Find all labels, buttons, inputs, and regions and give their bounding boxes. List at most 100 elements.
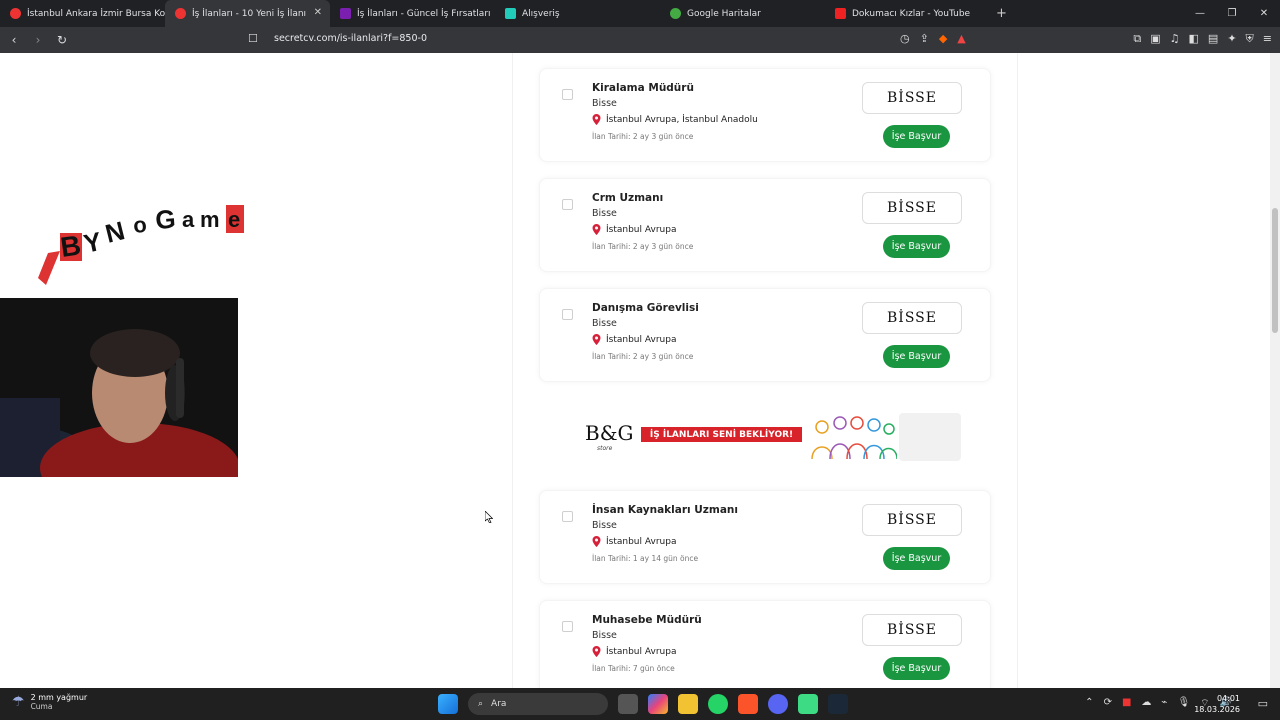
- job-location: İstanbul Avrupa: [592, 536, 676, 547]
- job-title[interactable]: Muhasebe Müdürü: [592, 614, 702, 626]
- window-close-icon[interactable]: ✕: [1248, 0, 1280, 27]
- whatsapp-icon[interactable]: [708, 694, 728, 714]
- url-field[interactable]: secretcv.com/is-ilanlari?f=850-0: [274, 33, 427, 44]
- apply-button[interactable]: İşe Başvur: [883, 235, 950, 258]
- company-logo[interactable]: BİSSE: [862, 302, 962, 334]
- job-title[interactable]: Danışma Görevlisi: [592, 302, 699, 314]
- android-studio-icon[interactable]: [798, 694, 818, 714]
- leo-ai-icon[interactable]: ✦: [1227, 32, 1236, 46]
- job-title[interactable]: İnsan Kaynakları Uzmanı: [592, 504, 738, 516]
- brave-browser-icon[interactable]: [738, 694, 758, 714]
- history-icon[interactable]: ◷: [900, 32, 910, 45]
- browser-tab[interactable]: Alışveriş: [495, 0, 660, 27]
- apply-button[interactable]: İşe Başvur: [883, 547, 950, 570]
- file-explorer-icon[interactable]: [678, 694, 698, 714]
- forward-icon[interactable]: ›: [28, 33, 48, 47]
- copilot-icon[interactable]: [648, 694, 668, 714]
- ad-banner[interactable]: B&G store İŞ İLANLARI SENİ BEKLİYOR!: [539, 401, 991, 471]
- share-icon[interactable]: ⇪: [920, 32, 929, 45]
- browser-tab[interactable]: İş İlanları - Güncel İş Fırsatları: [330, 0, 495, 27]
- brave-rewards-icon[interactable]: ▲: [957, 32, 965, 45]
- job-checkbox[interactable]: [562, 309, 573, 320]
- sidebar-icon[interactable]: ◧: [1189, 32, 1199, 46]
- extensions-icon[interactable]: ⧉: [1133, 32, 1141, 46]
- job-checkbox[interactable]: [562, 511, 573, 522]
- wallet-icon[interactable]: ▤: [1208, 32, 1218, 46]
- tray-cloud-icon[interactable]: ☁: [1141, 697, 1151, 710]
- address-actions: ◷ ⇪ ◆ ▲: [900, 32, 966, 45]
- company-logo[interactable]: BİSSE: [862, 614, 962, 646]
- reload-icon[interactable]: ↻: [52, 33, 72, 47]
- company-logo[interactable]: BİSSE: [862, 504, 962, 536]
- job-checkbox[interactable]: [562, 199, 573, 210]
- search-placeholder: Ara: [491, 699, 507, 709]
- task-view-icon[interactable]: [618, 694, 638, 714]
- menu-icon[interactable]: ≡: [1263, 32, 1272, 46]
- job-checkbox[interactable]: [562, 89, 573, 100]
- maximize-icon[interactable]: ❐: [1216, 0, 1248, 27]
- svg-text:N: N: [102, 215, 127, 249]
- browser-tab[interactable]: İstanbul Ankara İzmir Bursa Kocaeli A: [0, 0, 165, 27]
- notification-icon[interactable]: ▭: [1258, 697, 1268, 710]
- apply-button[interactable]: İşe Başvur: [883, 345, 950, 368]
- weather-condition: 2 mm yağmur: [30, 693, 88, 702]
- job-location: İstanbul Avrupa, İstanbul Anadolu: [592, 114, 758, 125]
- tray-chevron-icon[interactable]: ⌃: [1085, 697, 1093, 710]
- taskbar-search[interactable]: ⌕ Ara: [468, 693, 608, 715]
- new-tab-icon[interactable]: +: [996, 6, 1007, 21]
- company-logo[interactable]: BİSSE: [862, 82, 962, 114]
- job-title[interactable]: Kiralama Müdürü: [592, 82, 694, 94]
- minimize-icon[interactable]: —: [1184, 0, 1216, 27]
- close-tab-icon[interactable]: ✕: [314, 7, 322, 18]
- job-location-text: İstanbul Avrupa: [606, 224, 677, 235]
- weather-day: Cuma: [30, 702, 53, 711]
- taskbar-apps: ⌕ Ara: [438, 693, 848, 715]
- location-pin-icon: [592, 114, 601, 125]
- tab-favicon-icon: [175, 8, 186, 19]
- apply-button[interactable]: İşe Başvur: [883, 657, 950, 680]
- rain-umbrella-icon: ☂: [12, 694, 25, 710]
- extension-icons: ⧉ ▣ ♫ ◧ ▤ ✦ ⛨ ≡: [1133, 32, 1272, 46]
- microphone-icon[interactable]: 🎙: [1177, 697, 1190, 710]
- system-clock[interactable]: 04:01 18.03.2026: [1194, 693, 1240, 715]
- job-date: İlan Tarihi: 1 ay 14 gün önce: [592, 554, 699, 563]
- company-logo[interactable]: BİSSE: [862, 192, 962, 224]
- tray-network-icon[interactable]: ⌁: [1161, 697, 1167, 710]
- media-icon[interactable]: ♫: [1170, 32, 1180, 46]
- svg-text:m: m: [200, 207, 220, 232]
- scrollbar-thumb[interactable]: [1272, 208, 1278, 333]
- job-card[interactable]: Muhasebe Müdürü Bisse İstanbul Avrupa İl…: [539, 600, 991, 688]
- tab-label: İş İlanları - 10 Yeni İş İlanı: [192, 8, 307, 19]
- apply-button[interactable]: İşe Başvur: [883, 125, 950, 148]
- job-card[interactable]: Crm Uzmanı Bisse İstanbul Avrupa İlan Ta…: [539, 178, 991, 272]
- job-date: İlan Tarihi: 7 gün önce: [592, 664, 675, 673]
- browser-tab[interactable]: Google Haritalar: [660, 0, 825, 27]
- job-checkbox[interactable]: [562, 621, 573, 632]
- job-card[interactable]: Danışma Görevlisi Bisse İstanbul Avrupa …: [539, 288, 991, 382]
- job-card[interactable]: İnsan Kaynakları Uzmanı Bisse İstanbul A…: [539, 490, 991, 584]
- svg-text:o: o: [132, 212, 148, 238]
- webcam-overlay: [0, 298, 238, 477]
- bookmark-icon[interactable]: ☐: [248, 32, 258, 45]
- job-company: Bisse: [592, 520, 617, 531]
- screenshot-icon[interactable]: ▣: [1150, 32, 1160, 46]
- back-icon[interactable]: ‹: [4, 33, 24, 47]
- page-scrollbar[interactable]: [1270, 53, 1280, 688]
- webcam-image: [0, 298, 238, 477]
- browser-tab[interactable]: Dokumacı Kızlar - YouTube: [825, 0, 990, 27]
- location-pin-icon: [592, 536, 601, 547]
- job-title[interactable]: Crm Uzmanı: [592, 192, 663, 204]
- tab-favicon-icon: [835, 8, 846, 19]
- vpn-icon[interactable]: ⛨: [1246, 32, 1254, 46]
- tray-app-icon[interactable]: ■: [1122, 697, 1131, 710]
- steam-icon[interactable]: [828, 694, 848, 714]
- weather-widget[interactable]: ☂ 2 mm yağmur Cuma: [12, 693, 87, 711]
- sync-icon[interactable]: ⟳: [1104, 697, 1112, 710]
- browser-tab-active[interactable]: İş İlanları - 10 Yeni İş İlanı ✕: [165, 0, 330, 27]
- discord-icon[interactable]: [768, 694, 788, 714]
- tab-favicon-icon: [505, 8, 516, 19]
- job-card[interactable]: Kiralama Müdürü Bisse İstanbul Avrupa, İ…: [539, 68, 991, 162]
- start-windows-icon[interactable]: [438, 694, 458, 714]
- tab-label: Alışveriş: [522, 8, 560, 19]
- brave-shield-icon[interactable]: ◆: [939, 32, 947, 45]
